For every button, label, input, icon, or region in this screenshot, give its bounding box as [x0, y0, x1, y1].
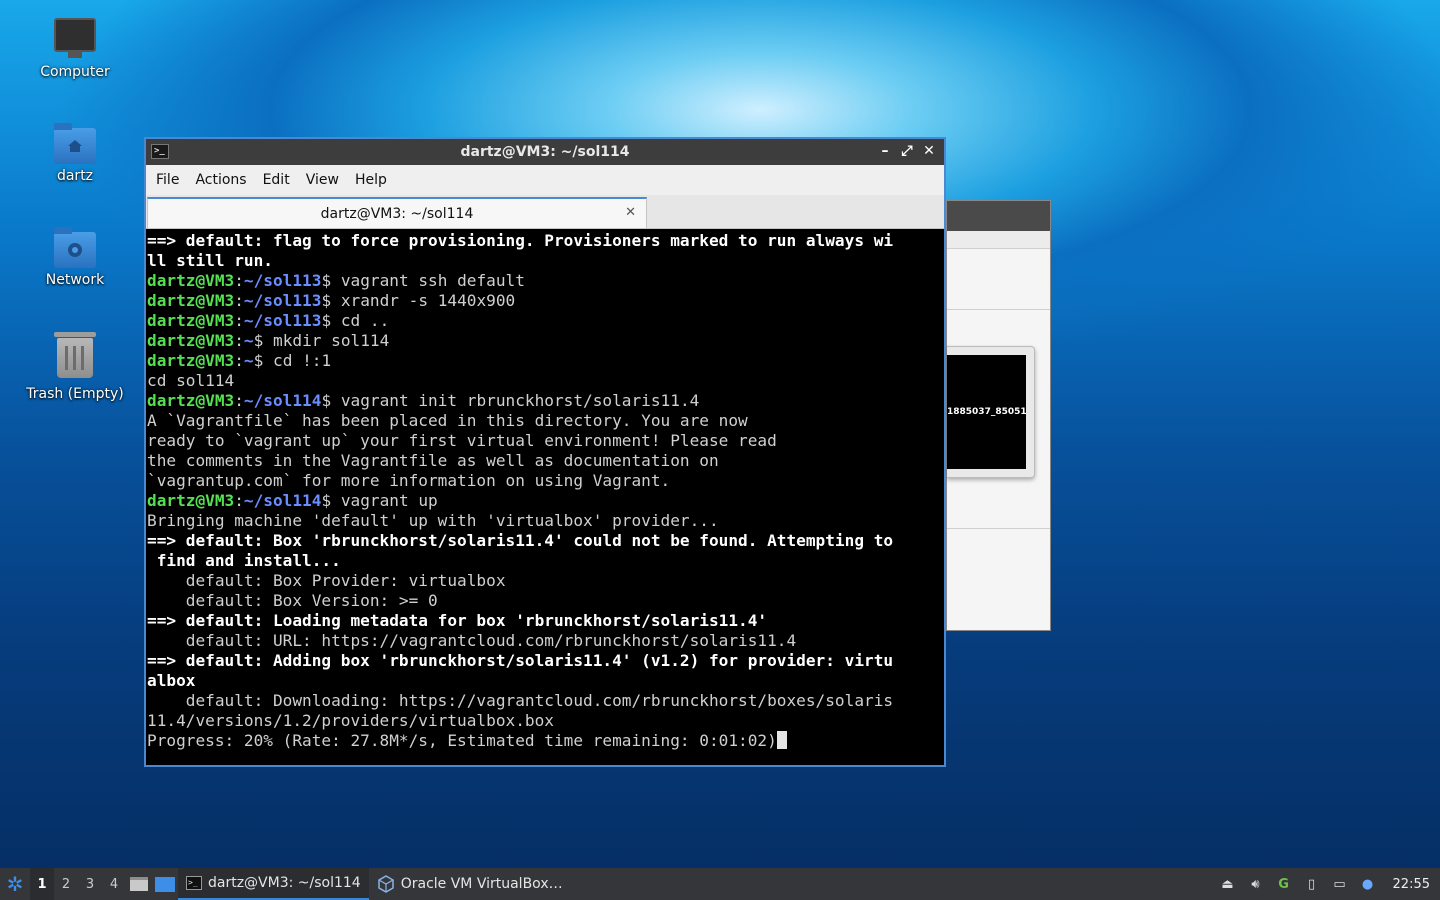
- volume-icon[interactable]: 🔊︎: [1247, 875, 1265, 893]
- terminal-line: default: Box Provider: virtualbox: [147, 571, 506, 590]
- task-virtualbox[interactable]: Oracle VM VirtualBox…: [369, 868, 571, 900]
- terminal-line: Bringing machine 'default' up with 'virt…: [147, 511, 719, 530]
- update-manager-icon[interactable]: G: [1275, 875, 1293, 893]
- application-menu-icon[interactable]: ✲: [0, 868, 30, 900]
- menu-help[interactable]: Help: [347, 172, 395, 188]
- computer-icon: [54, 18, 96, 58]
- notification-icon[interactable]: ●: [1359, 875, 1377, 893]
- desktop-icon-trash[interactable]: Trash (Empty): [10, 332, 140, 402]
- divider: [947, 528, 1050, 529]
- tab-close-icon[interactable]: ✕: [625, 205, 636, 220]
- terminal-line: default: Downloading: https://vagrantclo…: [147, 691, 894, 710]
- terminal-line: ==> default: flag to force provisioning.…: [147, 231, 894, 250]
- desktop-icon-label: dartz: [56, 168, 94, 184]
- menu-actions[interactable]: Actions: [187, 172, 254, 188]
- workspace-4[interactable]: 4: [102, 868, 126, 900]
- clipboard-icon[interactable]: ▯: [1303, 875, 1321, 893]
- terminal-line: dartz@VM3:~/sol113$ cd ..: [147, 311, 390, 330]
- task-label: dartz@VM3: ~/sol114: [208, 875, 361, 891]
- desktop-icon-network[interactable]: Network: [10, 227, 140, 288]
- workspace-1[interactable]: 1: [30, 868, 54, 900]
- file-manager-icon: [130, 877, 148, 891]
- terminal-line: A `Vagrantfile` has been placed in this …: [147, 411, 748, 430]
- terminal-tab[interactable]: dartz@VM3: ~/sol114 ✕: [147, 197, 647, 228]
- system-tray: ⏏ 🔊︎ G ▯ ▭ ● 22:55: [1219, 875, 1440, 893]
- close-button[interactable]: ✕: [920, 142, 938, 160]
- task-label: Oracle VM VirtualBox…: [400, 876, 563, 892]
- desktop-icon-label: Network: [45, 272, 105, 288]
- terminal-window[interactable]: >_ dartz@VM3: ~/sol114 – ⤢ ✕ File Action…: [144, 137, 946, 767]
- terminal-line: dartz@VM3:~$ cd !:1: [147, 351, 332, 370]
- terminal-line: albox: [147, 671, 196, 690]
- menu-edit[interactable]: Edit: [255, 172, 298, 188]
- tab-bar: dartz@VM3: ~/sol114 ✕: [146, 195, 944, 229]
- virtualbox-icon: [377, 875, 394, 893]
- vm-preview-thumbnail[interactable]: 1885037_85051: [947, 346, 1035, 478]
- terminal-line: default: Box Version: >= 0: [147, 591, 438, 610]
- terminal-line: ready to `vagrant up` your first virtual…: [147, 431, 777, 450]
- workspace-3[interactable]: 3: [78, 868, 102, 900]
- desktop-icon-home-folder[interactable]: dartz: [10, 123, 140, 184]
- virtualbox-titlebar[interactable]: [947, 201, 1050, 231]
- terminal-line: dartz@VM3:~$ mkdir sol114: [147, 331, 390, 350]
- tab-title: dartz@VM3: ~/sol114: [320, 205, 474, 222]
- home-folder-icon: [54, 123, 96, 164]
- terminal-line: dartz@VM3:~/sol113$ vagrant ssh default: [147, 271, 525, 290]
- terminal-line: dartz@VM3:~/sol114$ vagrant up: [147, 491, 438, 510]
- menu-bar: File Actions Edit View Help: [146, 165, 944, 195]
- network-folder-icon: [54, 227, 96, 268]
- terminal-line: Progress: 20% (Rate: 27.8M*/s, Estimated…: [147, 731, 943, 751]
- maximize-button[interactable]: ⤢: [898, 142, 916, 160]
- desktop-icon-label: Computer: [40, 64, 110, 80]
- terminal-icon: >_: [186, 876, 202, 890]
- file-manager-launcher[interactable]: [126, 868, 152, 900]
- terminal-line: cd sol114: [147, 371, 235, 390]
- terminal-line: default: URL: https://vagrantcloud.com/r…: [147, 631, 797, 650]
- desktop-icon-label: Trash (Empty): [26, 386, 124, 402]
- terminal-line: dartz@VM3:~/sol113$ xrandr -s 1440x900: [147, 291, 516, 310]
- virtualbox-toolbar: [947, 231, 1050, 249]
- terminal-titlebar[interactable]: >_ dartz@VM3: ~/sol114 – ⤢ ✕: [146, 139, 944, 165]
- desktop-icon: [155, 876, 175, 892]
- terminal-line: the comments in the Vagrantfile as well …: [147, 451, 719, 470]
- terminal-icon: >_: [151, 144, 169, 159]
- terminal-line: ll still run.: [147, 251, 273, 270]
- taskbar: ✲ 1 2 3 4 >_ dartz@VM3: ~/sol114 Oracle …: [0, 868, 1440, 900]
- minimize-button[interactable]: –: [876, 142, 894, 160]
- divider: [947, 309, 1050, 310]
- eject-icon[interactable]: ⏏: [1219, 875, 1237, 893]
- clock[interactable]: 22:55: [1387, 877, 1436, 892]
- network-icon[interactable]: ▭: [1331, 875, 1349, 893]
- terminal-line: dartz@VM3:~/sol114$ vagrant init rbrunck…: [147, 391, 700, 410]
- terminal-line: `vagrantup.com` for more information on …: [147, 471, 671, 490]
- menu-file[interactable]: File: [148, 172, 187, 188]
- terminal-cursor: [776, 731, 787, 749]
- virtualbox-window[interactable]: 1885037_85051: [946, 200, 1051, 631]
- show-desktop-button[interactable]: [152, 868, 178, 900]
- menu-view[interactable]: View: [298, 172, 347, 188]
- vm-preview-screen: 1885037_85051: [947, 355, 1027, 469]
- task-terminal[interactable]: >_ dartz@VM3: ~/sol114: [178, 868, 369, 900]
- terminal-line: 11.4/versions/1.2/providers/virtualbox.b…: [147, 711, 554, 730]
- terminal-line: find and install...: [147, 551, 341, 570]
- window-title: dartz@VM3: ~/sol114: [460, 144, 630, 160]
- terminal-line: ==> default: Box 'rbrunckhorst/solaris11…: [147, 531, 894, 550]
- trash-icon: [54, 332, 96, 378]
- desktop-icon-computer[interactable]: Computer: [10, 18, 140, 80]
- terminal-line: ==> default: Adding box 'rbrunckhorst/so…: [147, 651, 894, 670]
- terminal-output[interactable]: ==> default: flag to force provisioning.…: [146, 229, 944, 765]
- vm-preview-label: 1885037_85051: [947, 407, 1027, 417]
- workspace-2[interactable]: 2: [54, 868, 78, 900]
- terminal-line: ==> default: Loading metadata for box 'r…: [147, 611, 768, 630]
